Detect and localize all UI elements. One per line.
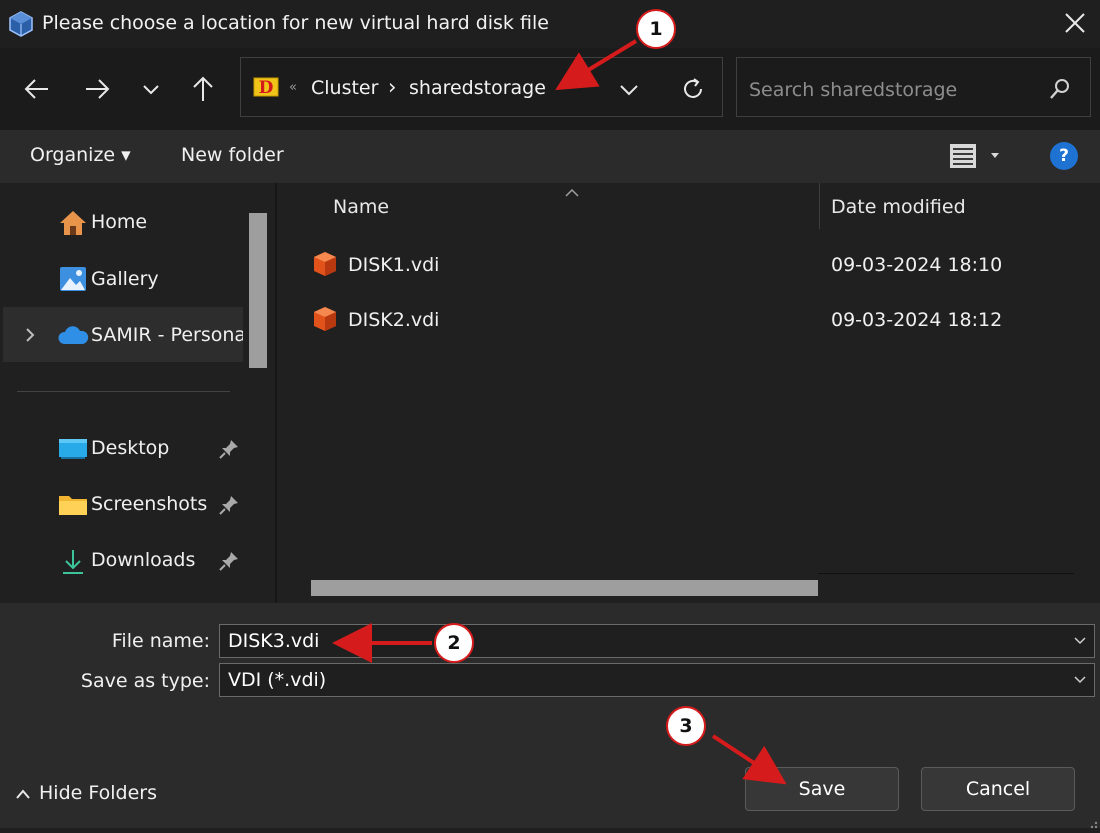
annotation-arrows <box>332 39 787 785</box>
annotation-marker-1: 1 <box>636 9 676 49</box>
annotation-marker-3: 3 <box>666 706 706 746</box>
annotation-marker-2: 2 <box>434 623 474 663</box>
